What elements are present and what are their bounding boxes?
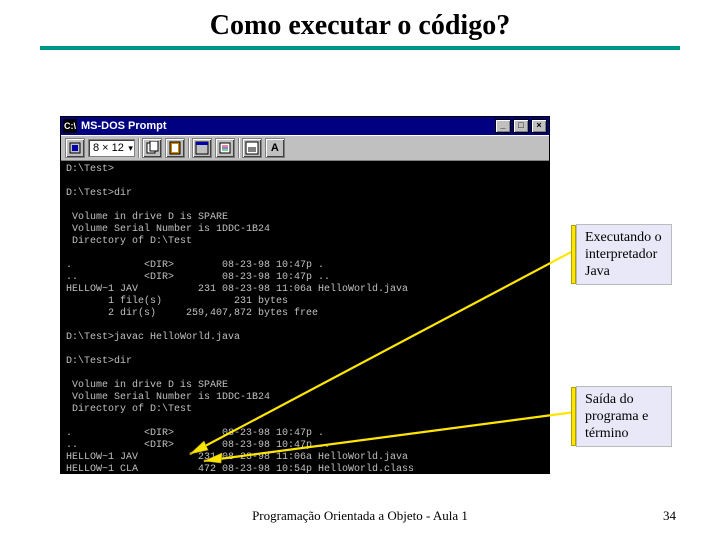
- terminal-output[interactable]: D:\Test> D:\Test>dir Volume in drive D i…: [61, 161, 549, 473]
- fullscreen-icon: [195, 141, 209, 155]
- toolbar-button[interactable]: [142, 138, 162, 158]
- toolbar-button[interactable]: [242, 138, 262, 158]
- callout-accent-bar: [571, 387, 576, 446]
- page-title: Como executar o código?: [0, 0, 720, 46]
- copy-icon: [145, 141, 159, 155]
- callout-accent-bar: [571, 225, 576, 284]
- callout-text: Executando o interpretador Java: [585, 230, 662, 279]
- dos-prompt-window: C:\ MS-DOS Prompt _ □ × 8 × 12 A: [60, 116, 550, 474]
- toolbar-divider: [138, 138, 139, 158]
- toolbar-button[interactable]: [192, 138, 212, 158]
- title-underline: [40, 46, 680, 50]
- callout-text: Saída do programa e término: [585, 392, 648, 441]
- maximize-button[interactable]: □: [513, 119, 529, 133]
- toolbar-divider: [188, 138, 189, 158]
- terminal-text: D:\Test> D:\Test>dir Volume in drive D i…: [66, 164, 414, 473]
- close-button[interactable]: ×: [531, 119, 547, 133]
- properties-icon: [218, 141, 232, 155]
- toolbar-button[interactable]: [215, 138, 235, 158]
- window-buttons: _ □ ×: [495, 119, 547, 133]
- toolbar-button[interactable]: [165, 138, 185, 158]
- slide-footer: Programação Orientada a Objeto - Aula 1: [0, 508, 720, 524]
- callout-output: Saída do programa e término: [576, 386, 672, 447]
- toolbar-divider: [238, 138, 239, 158]
- font-size-select[interactable]: 8 × 12: [88, 139, 135, 157]
- callout-interpreter: Executando o interpretador Java: [576, 224, 672, 285]
- paste-icon: [168, 141, 182, 155]
- background-icon: [245, 141, 259, 155]
- window-title: MS-DOS Prompt: [81, 120, 495, 132]
- msdos-icon: C:\: [63, 119, 77, 133]
- window-toolbar: 8 × 12 A: [61, 135, 549, 161]
- toolbar-icon: [68, 141, 82, 155]
- page-number: 34: [663, 508, 676, 524]
- toolbar-button[interactable]: [65, 138, 85, 158]
- window-titlebar[interactable]: C:\ MS-DOS Prompt _ □ ×: [61, 117, 549, 135]
- font-button[interactable]: A: [265, 138, 285, 158]
- minimize-button[interactable]: _: [495, 119, 511, 133]
